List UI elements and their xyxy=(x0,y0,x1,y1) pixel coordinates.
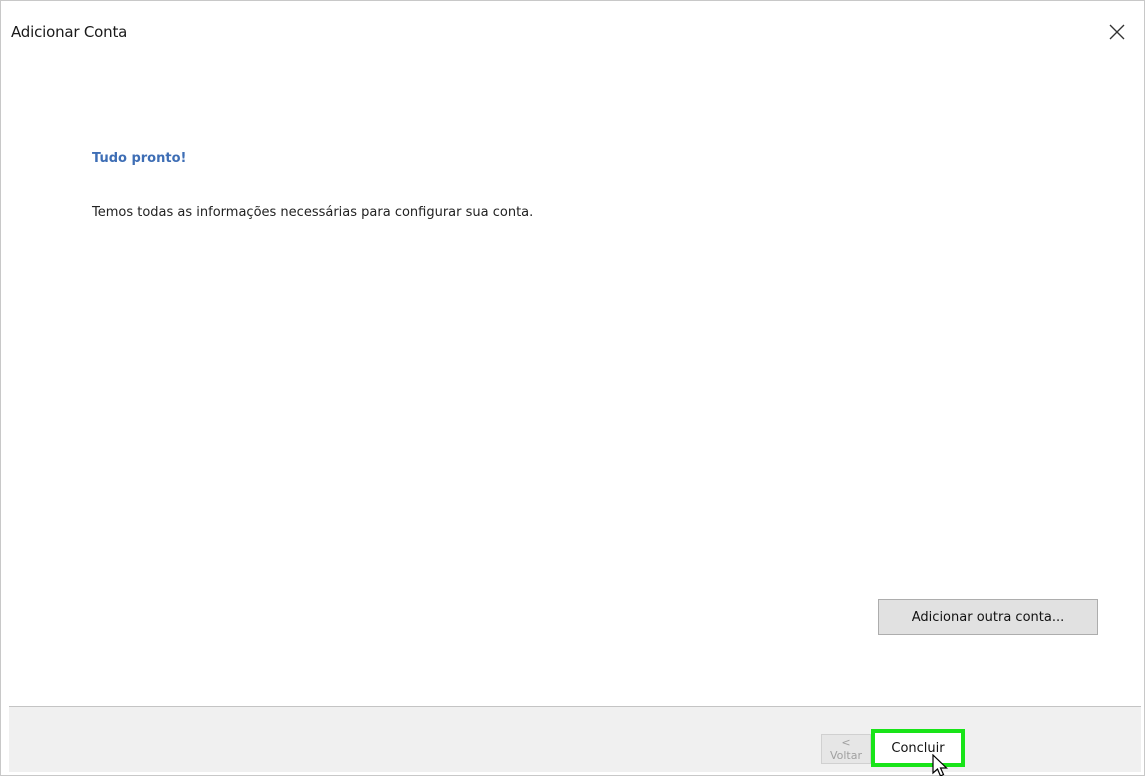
close-button[interactable] xyxy=(1100,15,1134,49)
title-bar: Adicionar Conta xyxy=(1,1,1144,61)
dialog-title: Adicionar Conta xyxy=(11,23,128,41)
close-icon xyxy=(1109,24,1125,40)
ready-heading: Tudo pronto! xyxy=(92,151,187,166)
add-account-dialog: Adicionar Conta Tudo pronto! Temos todas… xyxy=(0,0,1145,776)
dialog-content: Tudo pronto! Temos todas as informações … xyxy=(1,61,1144,706)
back-button[interactable]: < Voltar xyxy=(821,734,871,764)
add-another-account-button[interactable]: Adicionar outra conta... xyxy=(878,599,1098,635)
ready-message: Temos todas as informações necessárias p… xyxy=(92,205,534,220)
finish-button[interactable]: Concluir xyxy=(871,729,965,767)
dialog-footer: < Voltar Concluir xyxy=(9,706,1141,772)
